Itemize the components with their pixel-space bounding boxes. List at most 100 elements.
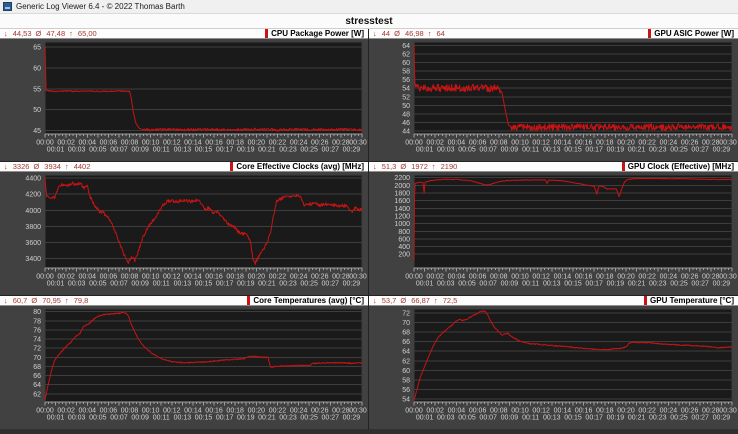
svg-text:00:26: 00:26 bbox=[311, 140, 329, 147]
svg-text:00:12: 00:12 bbox=[163, 140, 181, 147]
chart-stats: ↓3326 Ø3934 ↑4402 bbox=[4, 162, 90, 171]
svg-text:54: 54 bbox=[402, 86, 410, 93]
svg-text:00:30: 00:30 bbox=[719, 274, 737, 281]
chart-plot-gpu-asic-power[interactable]: 646260585654525048464400:0000:0100:0200:… bbox=[369, 39, 738, 161]
svg-text:00:26: 00:26 bbox=[311, 408, 329, 415]
svg-text:00:06: 00:06 bbox=[469, 140, 487, 147]
stat-max: 79,8 bbox=[74, 296, 89, 305]
svg-text:64: 64 bbox=[402, 349, 410, 356]
svg-text:00:23: 00:23 bbox=[649, 281, 667, 288]
svg-text:00:30: 00:30 bbox=[719, 140, 737, 147]
svg-text:00:14: 00:14 bbox=[554, 274, 572, 281]
svg-text:00:30: 00:30 bbox=[349, 408, 367, 415]
svg-text:00:19: 00:19 bbox=[237, 147, 255, 154]
chart-plot-core-effective-clocks[interactable]: 44004200400038003600340000:0000:0100:020… bbox=[0, 172, 368, 295]
svg-text:00:10: 00:10 bbox=[511, 408, 529, 415]
svg-text:00:26: 00:26 bbox=[681, 140, 699, 147]
chart-stats: ↓60,7 Ø70,95 ↑79,8 bbox=[4, 296, 88, 305]
chart-plot-gpu-temperature[interactable]: 7270686664626058565400:0000:0100:0200:03… bbox=[369, 306, 738, 429]
svg-text:00:11: 00:11 bbox=[153, 281, 170, 288]
svg-text:62: 62 bbox=[402, 358, 410, 365]
chart-header: ↓44,53 Ø47,48 ↑65,00 CPU Package Power [… bbox=[0, 29, 368, 39]
svg-text:00:25: 00:25 bbox=[670, 281, 688, 288]
svg-text:3400: 3400 bbox=[25, 256, 41, 263]
stat-avg: 47,48 bbox=[46, 29, 65, 38]
svg-text:46: 46 bbox=[402, 120, 410, 127]
svg-text:00:23: 00:23 bbox=[279, 281, 297, 288]
svg-text:74: 74 bbox=[33, 337, 41, 344]
stat-max: 64 bbox=[436, 29, 444, 38]
svg-text:64: 64 bbox=[33, 382, 41, 389]
stat-avg: 66,87 bbox=[411, 296, 430, 305]
panel-core-temperatures: ↓60,7 Ø70,95 ↑79,8 Core Temperatures (av… bbox=[0, 296, 368, 428]
svg-text:00:11: 00:11 bbox=[522, 415, 539, 422]
dataset-label: stresstest bbox=[345, 16, 392, 27]
svg-text:00:25: 00:25 bbox=[670, 415, 688, 422]
chart-plot-core-temperatures[interactable]: 8078767472706866646200:0000:0100:0200:03… bbox=[0, 306, 368, 429]
svg-text:66: 66 bbox=[402, 339, 410, 346]
svg-text:00:11: 00:11 bbox=[153, 147, 170, 154]
stat-max: 4402 bbox=[74, 162, 91, 171]
svg-text:65: 65 bbox=[33, 45, 41, 52]
charts-grid: ↓44,53 Ø47,48 ↑65,00 CPU Package Power [… bbox=[0, 29, 738, 428]
chart-plot-cpu-package-power[interactable]: 656055504500:0000:0100:0200:0300:0400:05… bbox=[0, 39, 368, 161]
svg-text:00:13: 00:13 bbox=[174, 281, 192, 288]
svg-text:00:16: 00:16 bbox=[205, 140, 223, 147]
svg-text:00:06: 00:06 bbox=[100, 408, 118, 415]
svg-text:48: 48 bbox=[402, 111, 410, 118]
svg-text:00:28: 00:28 bbox=[332, 274, 350, 281]
app-icon bbox=[3, 2, 12, 11]
svg-text:00:22: 00:22 bbox=[269, 140, 287, 147]
svg-text:00:02: 00:02 bbox=[57, 140, 75, 147]
svg-text:00:20: 00:20 bbox=[617, 274, 635, 281]
svg-text:00:03: 00:03 bbox=[437, 415, 455, 422]
svg-text:00:15: 00:15 bbox=[564, 147, 582, 154]
svg-text:00:03: 00:03 bbox=[437, 147, 455, 154]
svg-text:00:07: 00:07 bbox=[110, 147, 128, 154]
svg-text:00:06: 00:06 bbox=[469, 408, 487, 415]
svg-text:00:07: 00:07 bbox=[479, 147, 497, 154]
svg-text:00:16: 00:16 bbox=[205, 274, 223, 281]
svg-text:00:12: 00:12 bbox=[163, 274, 181, 281]
svg-text:00:23: 00:23 bbox=[649, 415, 667, 422]
chart-plot-gpu-clock[interactable]: 2200200018001600140012001000800600400200… bbox=[369, 172, 738, 295]
window-titlebar[interactable]: Generic Log Viewer 6.4 - © 2022 Thomas B… bbox=[0, 0, 738, 14]
svg-text:00:16: 00:16 bbox=[575, 140, 593, 147]
svg-text:1200: 1200 bbox=[394, 213, 410, 220]
svg-text:00:17: 00:17 bbox=[585, 147, 603, 154]
svg-text:50: 50 bbox=[33, 107, 41, 114]
svg-text:62: 62 bbox=[33, 391, 41, 398]
svg-text:00:01: 00:01 bbox=[47, 281, 65, 288]
svg-text:00:27: 00:27 bbox=[691, 281, 709, 288]
panel-gpu-temperature: ↓53,7 Ø66,87 ↑72,5 GPU Temperature [°C] … bbox=[369, 296, 738, 428]
svg-text:00:11: 00:11 bbox=[153, 415, 170, 422]
chart-stats: ↓51,3 Ø1972 ↑2190 bbox=[373, 162, 457, 171]
svg-text:00:30: 00:30 bbox=[349, 140, 367, 147]
svg-text:00:10: 00:10 bbox=[511, 140, 529, 147]
stat-min: 60,7 bbox=[13, 296, 28, 305]
max-arrow-icon: ↑ bbox=[434, 296, 438, 305]
svg-text:00:14: 00:14 bbox=[184, 140, 202, 147]
svg-text:00:00: 00:00 bbox=[405, 140, 423, 147]
chart-stats: ↓53,7 Ø66,87 ↑72,5 bbox=[373, 296, 457, 305]
svg-text:00:23: 00:23 bbox=[279, 415, 297, 422]
svg-text:60: 60 bbox=[402, 368, 410, 375]
svg-text:00:27: 00:27 bbox=[322, 415, 340, 422]
svg-text:00:18: 00:18 bbox=[596, 274, 614, 281]
svg-text:00:17: 00:17 bbox=[216, 147, 234, 154]
dataset-header: stresstest bbox=[0, 14, 738, 29]
svg-text:1400: 1400 bbox=[394, 206, 410, 213]
svg-text:00:28: 00:28 bbox=[702, 140, 720, 147]
svg-text:00:18: 00:18 bbox=[596, 408, 614, 415]
svg-text:00:29: 00:29 bbox=[343, 415, 361, 422]
svg-text:00:04: 00:04 bbox=[79, 140, 97, 147]
stat-min: 53,7 bbox=[382, 296, 397, 305]
svg-text:00:28: 00:28 bbox=[702, 274, 720, 281]
svg-text:00:22: 00:22 bbox=[638, 140, 656, 147]
svg-text:55: 55 bbox=[33, 86, 41, 93]
chart-stats: ↓44,53 Ø47,48 ↑65,00 bbox=[4, 29, 97, 38]
svg-text:00:04: 00:04 bbox=[79, 408, 97, 415]
avg-icon: Ø bbox=[394, 29, 400, 38]
svg-text:00:28: 00:28 bbox=[702, 408, 720, 415]
series-color-icon bbox=[648, 29, 651, 38]
